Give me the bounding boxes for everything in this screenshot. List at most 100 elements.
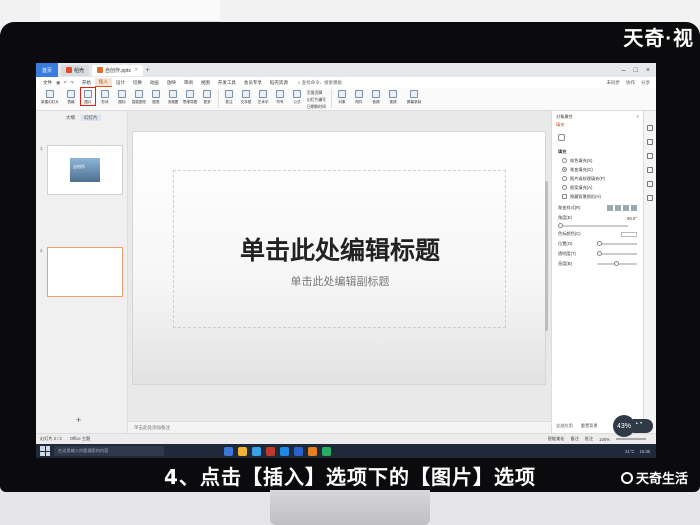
weather-text[interactable]: 21°C [625,449,634,454]
smartart-button[interactable]: 智能图形 [132,88,146,105]
zoom-slider[interactable] [616,438,646,440]
clock-text[interactable]: 15:36 [640,449,650,454]
slide-number-button[interactable]: 幻灯片编号 [307,98,326,103]
home-tab[interactable]: 首页 [36,63,59,77]
menu-developer[interactable]: 开发工具 [214,78,240,87]
app-icon-green[interactable] [322,446,331,456]
slide-title-placeholder[interactable]: 单击此处编辑标题 [133,231,547,267]
taskbar-search[interactable]: 在这里输入你要搜索的内容 [54,446,164,456]
windows-start-icon[interactable] [40,446,50,456]
hide-background-option[interactable]: 隐藏背景图形(H) [552,192,643,201]
command-search[interactable]: ⌕ 查找命令、搜索模板 [298,80,342,86]
slide-thumbnail[interactable]: 1 自创作 [40,145,123,195]
menu-transition[interactable]: 切换 [129,78,146,87]
vertical-scrollbar[interactable] [545,181,548,331]
animation-icon[interactable] [647,139,653,145]
tab-slides[interactable]: 幻灯片 [81,115,101,121]
app-icon-red[interactable] [266,446,275,456]
share-button[interactable]: 分享 [641,80,650,86]
fill-option-picture[interactable]: 图片或纹理填充(P) [552,174,643,183]
textbox-button[interactable]: 文本框 [239,88,253,105]
slide[interactable]: 单击此处编辑标题 单击此处编辑副标题 [132,131,546,385]
flowchart-button[interactable]: 流程图 [166,88,180,105]
slide-thumbnail-selected[interactable]: 2 [40,247,123,297]
save-icon[interactable]: ▣ [56,80,60,86]
slide-subtitle-placeholder[interactable]: 单击此处编辑副标题 [133,273,547,289]
sync-status[interactable]: 未同步 [607,80,621,86]
app-icon-blue[interactable] [280,446,289,456]
stop-color-picker[interactable] [621,231,637,237]
tab-docer[interactable]: 稻壳 [61,64,90,76]
icon-button[interactable]: 图标 [115,88,129,105]
new-tab-button[interactable]: + [146,67,150,74]
new-slide-button[interactable]: 新建幻灯片 [39,88,61,105]
fill-option-solid[interactable]: 纯色填充(S) [552,156,643,165]
menu-member[interactable]: 会员专享 [240,78,266,87]
menu-animation[interactable]: 动画 [146,78,163,87]
fill-option-pattern[interactable]: 图案填充(A) [552,183,643,192]
reset-background-button[interactable]: 重置背景 [581,423,598,429]
date-time-button[interactable]: 日期和时间 [307,105,326,110]
shape-button[interactable]: 形状 [98,88,112,105]
file-explorer-icon[interactable] [238,446,247,456]
smart-beautify-button[interactable]: 智能美化 [548,436,565,442]
symbol-button[interactable]: 符号 [273,88,287,105]
comment-button[interactable]: 批注 [222,88,236,105]
layers-icon[interactable] [647,167,653,173]
brightness-slider[interactable] [597,261,637,266]
transparency-slider[interactable] [597,251,637,256]
menu-slideshow[interactable]: 放映 [163,78,180,87]
collaborate-button[interactable]: 协作 [626,80,635,86]
tab-document[interactable]: 自创作.pptx × [92,64,143,76]
menu-docer-resources[interactable]: 稻壳资源 [266,78,292,87]
position-slider[interactable] [597,241,637,246]
edge-icon[interactable] [252,446,261,456]
add-slide-button[interactable]: + [76,415,81,425]
picture-button[interactable]: 图片 [80,87,96,106]
tab-outline[interactable]: 大纲 [66,115,75,121]
menu-file[interactable]: 文件 [39,78,56,87]
close-window-icon[interactable]: × [646,67,650,74]
gradient-style-buttons[interactable] [607,205,637,211]
settings-icon[interactable] [647,181,653,187]
maximize-icon[interactable]: □ [634,67,638,74]
fill-icon[interactable] [558,134,565,141]
comments-button[interactable]: 批注 [585,436,593,442]
menu-insert[interactable]: 插入 [94,78,112,87]
screen-record-button[interactable]: 屏幕录制 [403,88,425,105]
header-footer-button[interactable]: 页眉页脚 [307,91,326,96]
object-button[interactable]: 对象 [335,88,349,105]
minimize-icon[interactable]: – [622,67,626,74]
table-button[interactable]: 表格 [64,88,78,105]
menu-home[interactable]: 开始 [78,78,95,87]
help-icon[interactable] [647,195,653,201]
audio-button[interactable]: 音频 [369,88,383,105]
redo-icon[interactable]: ↷ [70,80,74,86]
fill-section-title[interactable]: 填充 [552,145,643,156]
attachment-button[interactable]: 附件 [352,88,366,105]
task-view-icon[interactable] [224,446,233,456]
word-icon[interactable] [294,446,303,456]
menu-design[interactable]: 设计 [112,78,129,87]
apply-all-button[interactable]: 全部应用 [556,423,573,429]
notes-area[interactable]: 单击此处添加备注 [128,421,551,433]
video-button[interactable]: 视频 [386,88,400,105]
chart-button[interactable]: 图表 [149,88,163,105]
format-icon[interactable] [647,153,653,159]
fill-option-gradient[interactable]: 渐变填充(G) [552,165,643,174]
pane-subheader[interactable]: 填充 [552,120,643,130]
menu-view[interactable]: 视图 [197,78,214,87]
properties-icon[interactable] [647,125,653,131]
menu-review[interactable]: 审阅 [180,78,197,87]
zoom-level[interactable]: 100% [599,437,610,442]
close-icon[interactable]: × [637,114,639,120]
wordart-button[interactable]: 艺术字 [256,88,270,105]
mindmap-button[interactable]: 思维导图 [183,88,197,105]
gradient-stops-slider[interactable] [558,223,628,228]
more-button[interactable]: 更多 [200,88,214,105]
close-icon[interactable]: × [135,67,138,73]
wps-icon[interactable] [308,446,317,456]
undo-icon[interactable]: ↶ [63,80,67,86]
notes-button[interactable]: 备注 [571,436,579,442]
angle-value[interactable]: 90.0° [627,216,637,221]
